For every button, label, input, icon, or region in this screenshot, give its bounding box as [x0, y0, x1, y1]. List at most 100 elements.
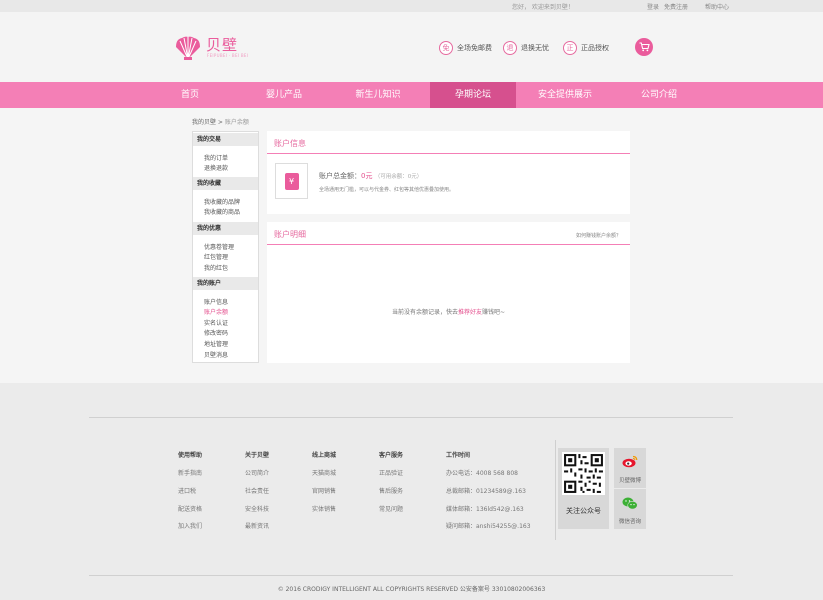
footer-office-phone: 办公电话：4008 568 808: [446, 470, 518, 477]
total-value: 0元: [361, 172, 373, 180]
footer-link-safety-tech[interactable]: 安全科技: [245, 504, 269, 513]
login-link[interactable]: 登录: [647, 2, 659, 11]
footer-link-official-sales[interactable]: 官网销售: [312, 486, 336, 495]
nav-company-intro[interactable]: 公司介绍: [616, 82, 702, 108]
sidebar-item-refunds[interactable]: 退换退款: [204, 163, 228, 172]
footer-link-delivery[interactable]: 配送资格: [178, 504, 202, 513]
account-info-divider: [267, 153, 630, 154]
how-to-earn-link[interactable]: 如何赚钱账户余额？: [576, 232, 621, 239]
account-info-title: 账户信息: [274, 139, 306, 148]
brand-name[interactable]: 贝壁: [206, 34, 238, 55]
feature-label: 正品授权: [581, 44, 609, 52]
free-shipping-icon: 免: [439, 41, 453, 55]
shell-logo-icon[interactable]: [174, 35, 202, 61]
footer-link-verify[interactable]: 正品验证: [379, 468, 403, 477]
nav-baby-products[interactable]: 婴儿产品: [241, 82, 327, 108]
footer-heading-service: 客户服务: [379, 452, 404, 459]
footer-link-import-tax[interactable]: 进口税: [178, 486, 196, 495]
nav-newborn-knowledge[interactable]: 新生儿知识: [335, 82, 421, 108]
breadcrumb: 我的贝壁 > 账户余额: [192, 117, 249, 126]
nav-home[interactable]: 首页: [147, 82, 233, 108]
cart-glyph: [639, 42, 650, 52]
balance-line: 账户总金额：0元 （可用余额：0元）: [319, 171, 422, 181]
sidebar-item-verification[interactable]: 实名认证: [204, 318, 228, 327]
cart-icon[interactable]: [635, 38, 653, 56]
footer-link-store-sales[interactable]: 实体销售: [312, 504, 336, 513]
sidebar-heading-trade: 我的交易: [193, 133, 258, 146]
sidebar-item-orders[interactable]: 我的订单: [204, 153, 228, 162]
footer-link-faq[interactable]: 常见问题: [379, 504, 403, 513]
top-bar: 您好， 欢迎来到贝壁！ 登录 免费注册 帮助中心: [0, 0, 823, 12]
brand-subtitle: FEIPUBEI · BEI BEI: [207, 53, 249, 58]
feature-free-shipping: 免 全场免邮费: [439, 40, 492, 56]
feature-easy-return: 退 退换无忧: [503, 40, 549, 56]
footer-question-email: 疑问邮箱：anshi54255@.163: [446, 523, 531, 530]
sidebar-item-my-redpacket[interactable]: 我的红包: [204, 263, 228, 272]
account-detail-title: 账户明细: [274, 230, 306, 239]
footer-heading-online-store: 线上商城: [312, 452, 337, 459]
greeting-text: 您好， 欢迎来到贝壁！: [512, 4, 574, 11]
wallet-inner-icon: ¥: [284, 172, 299, 190]
footer-divider-bottom: [89, 575, 733, 576]
available-balance: （可用余额：0元）: [374, 174, 423, 180]
footer-vertical-divider: [555, 440, 556, 540]
sidebar-item-coupons[interactable]: 优惠卷管理: [204, 242, 234, 251]
sidebar-item-messages[interactable]: 贝壁消息: [204, 350, 228, 359]
breadcrumb-current: 账户余额: [224, 119, 249, 126]
sidebar-item-balance[interactable]: 账户余额: [204, 307, 228, 316]
footer-link-company[interactable]: 公司简介: [245, 468, 269, 477]
sidebar-item-password[interactable]: 修改密码: [204, 328, 228, 337]
footer-ceo-email: 总裁邮箱：01234589@.163: [446, 488, 526, 495]
header: [0, 12, 823, 82]
footer-heading-about: 关于贝壁: [245, 452, 270, 459]
empty-text-before: 当前没有余额记录，快去: [392, 309, 459, 316]
footer-link-after-sales[interactable]: 售后服务: [379, 486, 403, 495]
footer-media-email: 媒体邮箱：136ld542@.163: [446, 506, 524, 513]
copyright: © 2016 CRODIGY INTELLIGENT ALL COPYRIGHT…: [277, 586, 546, 593]
nav-pregnancy-forum[interactable]: 孕期论坛: [430, 82, 516, 108]
sidebar-item-fav-brands[interactable]: 我收藏的品牌: [204, 197, 240, 206]
recommend-friend-link[interactable]: 推荐好友: [458, 309, 482, 316]
sidebar-item-redpacket-manage[interactable]: 红包管理: [204, 252, 228, 261]
footer-heading-work-hours: 工作时间: [446, 452, 471, 459]
wechat-label: 微信咨询: [618, 519, 641, 525]
feature-label: 退换无忧: [521, 44, 549, 52]
footer-link-news[interactable]: 最新资讯: [245, 521, 269, 530]
total-label: 账户总金额：: [319, 172, 361, 180]
qr-label: 关注公众号: [566, 507, 601, 515]
footer-link-responsibility[interactable]: 社会责任: [245, 486, 269, 495]
footer-link-guide[interactable]: 新手指南: [178, 468, 202, 477]
balance-note: 全场通用无门槛，可以与代金券、红包等其他优惠叠加使用。: [319, 187, 455, 193]
nav-safety-showcase[interactable]: 安全提供展示: [522, 82, 608, 108]
qr-code-icon: [562, 452, 605, 495]
wechat-icon: [622, 497, 638, 510]
sidebar-heading-account: 我的账户: [193, 277, 258, 290]
register-link[interactable]: 免费注册: [664, 2, 688, 11]
empty-text-after: 赚钱吧~: [482, 309, 506, 316]
sidebar-item-fav-products[interactable]: 我收藏的商品: [204, 207, 240, 216]
account-sidebar: 我的交易 我的订单 退换退款 我的收藏 我收藏的品牌 我收藏的商品 我的优惠 优…: [192, 131, 259, 363]
sidebar-item-address[interactable]: 地址管理: [204, 339, 228, 348]
sidebar-heading-discounts: 我的优惠: [193, 222, 258, 235]
weibo-button[interactable]: 贝壁微博: [614, 448, 646, 488]
weibo-icon: [622, 455, 638, 468]
footer-divider-top: [89, 417, 733, 418]
footer-heading-help: 使用帮助: [178, 452, 203, 459]
footer-link-join[interactable]: 加入我们: [178, 521, 202, 530]
breadcrumb-root[interactable]: 我的贝壁: [192, 119, 216, 126]
weibo-label: 贝壁微博: [618, 478, 641, 484]
main-nav: 首页 婴儿产品 新生儿知识 孕期论坛 安全提供展示 公司介绍: [0, 82, 823, 108]
account-detail-divider: [267, 244, 630, 245]
feature-label: 全场免邮费: [457, 44, 492, 52]
sidebar-item-account-info[interactable]: 账户信息: [204, 297, 228, 306]
sidebar-heading-favorites: 我的收藏: [193, 177, 258, 190]
empty-record-message: 当前没有余额记录，快去推荐好友赚钱吧~: [392, 307, 505, 316]
footer-link-tmall[interactable]: 天猫商城: [312, 468, 336, 477]
help-center-link[interactable]: 帮助中心: [705, 2, 729, 11]
authentic-icon: 正: [563, 41, 577, 55]
return-icon: 退: [503, 41, 517, 55]
breadcrumb-sep: >: [216, 119, 225, 126]
wechat-consult-button[interactable]: 微信咨询: [614, 489, 646, 529]
feature-authorized: 正 正品授权: [563, 40, 609, 56]
wallet-icon: ¥: [275, 163, 308, 199]
